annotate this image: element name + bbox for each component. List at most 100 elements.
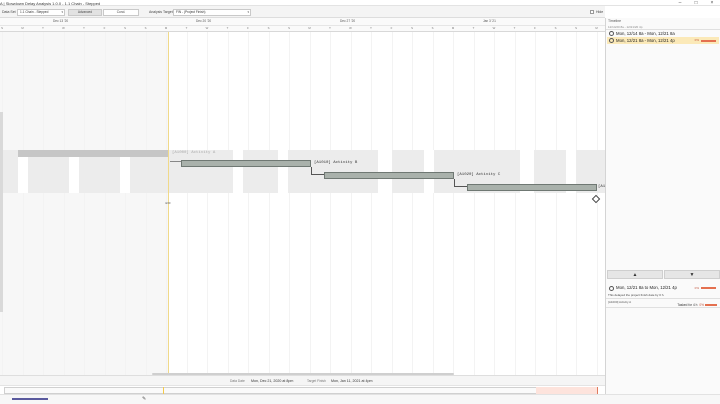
previous-button[interactable]: ▲ (607, 270, 663, 279)
day-letter: S (431, 26, 434, 30)
day-column (473, 32, 475, 375)
activity-a-label: [A1000] Activity A (172, 151, 216, 155)
data-set-select[interactable]: 1.1 Chain - Stepped ▾ (17, 8, 65, 16)
activity-c-bar[interactable] (324, 172, 454, 179)
advanced-toggle[interactable]: Advanced (68, 8, 102, 16)
day-letter: T (472, 26, 475, 30)
day-letter: F (390, 26, 393, 30)
next-button[interactable]: ▼ (664, 270, 720, 279)
clock-icon (609, 38, 614, 44)
day-letter: T (513, 26, 516, 30)
week-label: Dec 13 '20 (53, 19, 69, 23)
data-date-value: Mon, Dec 21, 2020 at 8pm (251, 378, 294, 383)
activity-a-bar[interactable] (18, 150, 168, 157)
day-column (494, 32, 495, 375)
day-column (227, 32, 229, 375)
minimize-icon[interactable]: – (672, 0, 688, 6)
day-letter: W (492, 26, 496, 30)
day-letter: T (185, 26, 188, 30)
day-letter: M (308, 26, 311, 30)
day-letter: S (554, 26, 557, 30)
day-letter: S (267, 26, 270, 30)
day-letter: F (103, 26, 106, 30)
detail-header: Mon, 12/21 8a to Mon, 12/21 4p 0% (607, 284, 719, 292)
data-date-key: Data Date (230, 378, 245, 383)
row-impact-bar (701, 39, 716, 42)
day-letter: T (83, 26, 85, 30)
day-letter: M (595, 26, 598, 30)
day-column (371, 32, 372, 375)
day-letter: F (534, 26, 536, 30)
day-column (84, 32, 85, 375)
day-column (186, 32, 188, 375)
window-title: A | Slowdown Delay Analysis 1.0.0 - 1.1 … (0, 0, 101, 6)
dependency-link (311, 167, 324, 175)
day-letter: T (226, 26, 229, 30)
analysis-target-value: FIN - (Project Finish) (176, 9, 206, 14)
timeline-row-selected[interactable]: Mon, 12/21 8a - Mon, 12/21 4p 0% (607, 37, 719, 44)
overview-data-date-marker (163, 387, 164, 394)
timeline-row[interactable]: Mon, 12/14 8a - Mon, 12/21 8a (607, 30, 719, 37)
detail-impact-bar (701, 287, 716, 289)
data-set-value: 1.1 Chain - Stepped (20, 9, 49, 14)
hide-checkbox-label: Hide (596, 9, 604, 14)
day-column (289, 32, 290, 375)
day-letter: S (288, 26, 290, 30)
day-column (412, 32, 413, 375)
maximize-icon[interactable]: □ (688, 0, 704, 6)
divider (606, 298, 720, 299)
day-column (104, 32, 106, 375)
hide-checkbox[interactable] (590, 10, 594, 14)
day-letter: W (205, 26, 209, 30)
timeline-header: Dec 13 '20 Dec 20 '20 Dec 27 '20 Jan 3 '… (0, 18, 605, 32)
finish-milestone-icon[interactable] (591, 194, 601, 204)
day-column (514, 32, 516, 375)
day-column (535, 32, 536, 375)
data-date-tag: 4/20 (165, 201, 171, 205)
row-strip (0, 112, 3, 312)
week-label: Jan 3 '21 (483, 19, 496, 23)
day-letter: S (144, 26, 147, 30)
day-column (248, 32, 249, 375)
close-icon[interactable]: × (704, 0, 720, 6)
day-letter: T (42, 26, 44, 30)
pencil-icon[interactable]: ✎ (142, 396, 146, 402)
day-column (453, 32, 454, 375)
week-label: Dec 20 '20 (196, 19, 212, 23)
week-gap (278, 150, 288, 193)
toolbar: Data Set 1.1 Chain - Stepped ▾ Advanced … (0, 6, 605, 18)
cond-toggle[interactable]: Cond. (103, 8, 139, 16)
overview-strip[interactable] (0, 385, 605, 394)
day-letter: M (21, 26, 24, 30)
activity-d-bar[interactable] (467, 184, 597, 191)
activity-b-label: [A1010] Activity B (314, 161, 358, 165)
detail-percent: 0% (694, 286, 699, 290)
overview-finish-marker (597, 387, 598, 394)
dependency-link (170, 157, 181, 162)
day-column (207, 32, 208, 375)
target-finish-value: Mon, Jan 11, 2021 at 4pm (331, 378, 373, 383)
activity-c-label: [A1020] Activity C (457, 173, 501, 177)
day-column (555, 32, 557, 375)
timeline-panel: Timeline 12/14/20 8a - 12/21/20 4p Mon, … (605, 18, 720, 394)
chevron-down-icon: ▾ (247, 9, 249, 14)
chevron-down-icon: ▾ (61, 9, 63, 14)
activity-b-bar[interactable] (181, 160, 311, 167)
clock-icon (609, 285, 614, 291)
day-letter: S (575, 26, 577, 30)
analysis-target-select[interactable]: FIN - (Project Finish) ▾ (173, 8, 251, 16)
detail-activity[interactable]: [A1000] Activity A (608, 300, 631, 304)
row-percent: 0% (694, 38, 699, 42)
overview-range (4, 387, 598, 394)
day-letter: T (329, 26, 331, 30)
day-letter: S (411, 26, 413, 30)
analysis-target-label: Analysis Target (149, 9, 173, 14)
day-column (309, 32, 311, 375)
progress-indicator (12, 398, 48, 400)
day-letter: M (164, 26, 168, 30)
day-column (350, 32, 352, 375)
status-bar: Data Date Mon, Dec 21, 2020 at 8pm Targe… (0, 375, 605, 385)
gantt-chart[interactable]: 4/20 [A1000] Activity A [A1010] Activity… (0, 32, 605, 375)
day-column (43, 32, 44, 375)
day-column (391, 32, 393, 375)
